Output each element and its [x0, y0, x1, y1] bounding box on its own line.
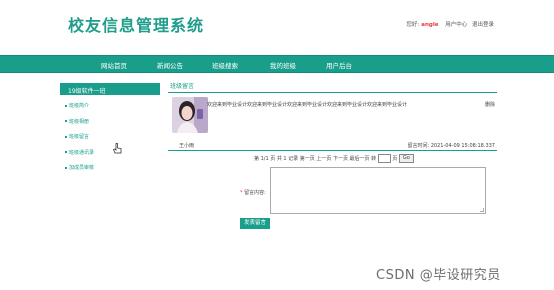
bullet-icon	[65, 135, 67, 138]
watermark: CSDN @毕设研究员	[376, 268, 501, 283]
section-header: 班级留言	[168, 80, 497, 93]
section-title: 班级留言	[170, 83, 195, 90]
sidebar-item-class-messages[interactable]: 班级留言	[60, 130, 160, 146]
sidebar: 19级软件一班 班级简介 班级相册 班级留言 班级通讯录 加成员审核	[60, 83, 160, 177]
nav-user-admin[interactable]: 用户后台	[326, 60, 352, 70]
welcome-text: 您好:	[406, 22, 420, 28]
required-mark: *	[240, 190, 243, 196]
bullet-icon	[65, 120, 67, 122]
sidebar-item-label: 班级留言	[69, 134, 90, 140]
sidebar-item-label: 班级通讯录	[69, 149, 95, 156]
divider	[168, 150, 497, 151]
submit-message-button[interactable]: 发表留言	[240, 218, 271, 229]
site-logo: 校友信息管理系统	[68, 16, 205, 35]
page-number-input[interactable]	[377, 154, 391, 163]
pagination-summary: 第 1/1 页 共 1 记录 第一页 上一页 下一页 最后一页 转	[254, 156, 377, 162]
reply-label-text: 留言内容:	[244, 190, 266, 196]
sidebar-item-label: 班级简介	[69, 103, 90, 109]
header: 校友信息管理系统 您好: angle 用户中心 退出登录	[0, 0, 554, 56]
logout-link[interactable]: 退出登录	[472, 22, 494, 28]
nav-home[interactable]: 网站首页	[101, 60, 127, 70]
delete-message-link[interactable]: 删除	[485, 101, 495, 108]
user-center-link[interactable]: 用户中心	[445, 22, 467, 28]
sidebar-item-member-review[interactable]: 加成员审核	[60, 161, 160, 177]
message-textarea[interactable]	[270, 167, 486, 214]
resize-grip-icon[interactable]	[480, 208, 484, 212]
username: angle	[421, 22, 439, 28]
sidebar-item-label: 加成员审核	[69, 165, 95, 171]
go-button[interactable]: Go	[398, 154, 414, 163]
nav-my-class[interactable]: 我的班级	[270, 60, 296, 70]
sidebar-title: 19级软件一班	[60, 83, 160, 95]
main-nav: 网站首页 新闻公告 班级搜索 我的班级 用户后台	[0, 55, 554, 73]
page-suffix: 页	[392, 156, 398, 162]
sidebar-item-class-contacts[interactable]: 班级通讯录	[60, 146, 160, 162]
time-value: 2021-04-09 15:08:18.337	[430, 143, 495, 149]
avatar-photo-icon	[172, 97, 208, 133]
message-content: 欢迎来到毕业设计欢迎来到毕业设计欢迎来到毕业设计欢迎来到毕业设计欢迎来到毕业设计	[207, 102, 408, 108]
bullet-icon	[65, 166, 67, 169]
time-label: 留言时间:	[407, 143, 430, 149]
bullet-icon	[65, 104, 67, 107]
reply-label: * 留言内容:	[240, 189, 266, 196]
message-timestamp: 留言时间: 2021-04-09 15:08:18.337	[407, 142, 495, 149]
user-avatar	[172, 97, 208, 133]
bullet-icon	[65, 151, 67, 153]
sidebar-item-label: 班级相册	[69, 118, 90, 125]
message-author: 王小雨	[179, 143, 195, 149]
hand-cursor-icon	[113, 143, 122, 154]
pagination: 第 1/1 页 共 1 记录 第一页 上一页 下一页 最后一页 转 页 Go	[254, 154, 414, 164]
sidebar-item-class-album[interactable]: 班级相册	[60, 115, 160, 131]
sidebar-item-class-intro[interactable]: 班级简介	[60, 99, 160, 115]
nav-news[interactable]: 新闻公告	[157, 60, 183, 70]
nav-class-search[interactable]: 班级搜索	[212, 60, 238, 70]
user-bar: 您好: angle 用户中心 退出登录	[406, 20, 494, 28]
